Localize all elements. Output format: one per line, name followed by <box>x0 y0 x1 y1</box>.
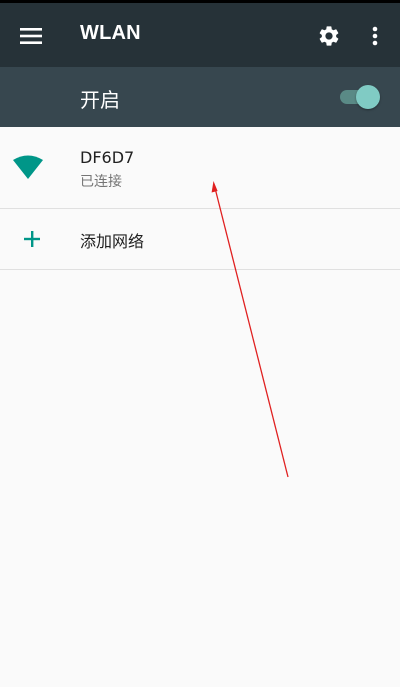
network-status: 已连接 <box>80 174 122 190</box>
master-switch-label: 开启 <box>80 88 120 112</box>
more-vert-icon[interactable] <box>362 21 388 51</box>
gear-icon[interactable] <box>314 21 344 51</box>
wifi-signal-icon <box>12 154 44 180</box>
network-item[interactable]: DF6D7 已连接 <box>0 127 400 209</box>
add-network-item[interactable]: 添加网络 <box>0 209 400 270</box>
network-ssid: DF6D7 <box>80 148 135 167</box>
wlan-toggle-switch[interactable] <box>340 85 380 109</box>
wlan-master-switch-bar[interactable]: 开启 <box>0 67 400 127</box>
app-bar: WLAN <box>0 0 400 67</box>
menu-icon[interactable] <box>16 21 46 51</box>
page-title: WLAN <box>80 22 141 44</box>
toggle-thumb <box>356 85 380 109</box>
plus-icon <box>22 229 42 249</box>
add-network-label: 添加网络 <box>80 232 145 251</box>
